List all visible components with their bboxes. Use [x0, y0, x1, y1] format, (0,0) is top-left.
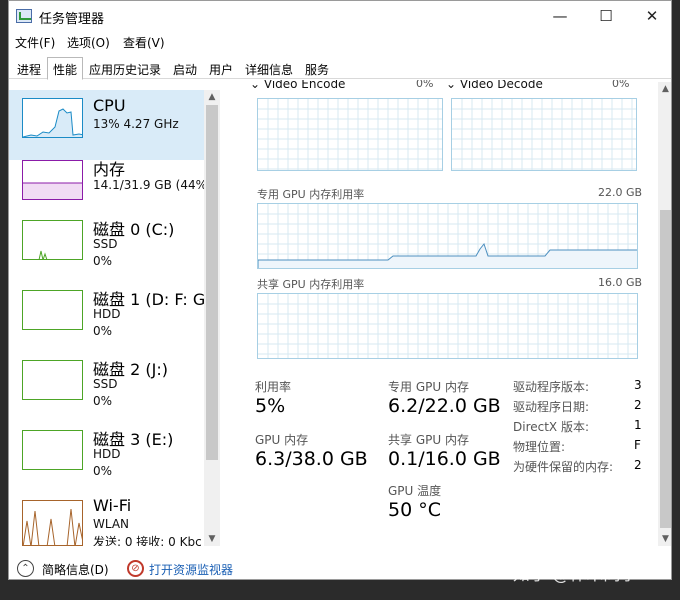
- dedicated-memory-max: 22.0 GB: [598, 186, 643, 199]
- watermark-text: 知乎 @休木同学: [513, 565, 638, 585]
- sidebar-item-disk0[interactable]: 磁盘 0 (C:) SSD 0%: [9, 220, 205, 290]
- title-bar[interactable]: 任务管理器 — ☐ ✕: [9, 1, 671, 31]
- gpu-temperature-value: 50 °C: [388, 499, 441, 521]
- menu-bar: 文件(F) 选项(O) 查看(V): [9, 32, 671, 52]
- resource-monitor-icon: ⊘: [127, 560, 144, 577]
- dedicated-memory-label: 专用 GPU 内存: [388, 380, 469, 394]
- shared-memory-graph-label: 共享 GPU 内存利用率: [257, 278, 365, 291]
- directx-version-value: 1: [634, 418, 642, 432]
- utilization-label: 利用率: [255, 380, 292, 394]
- gpu-memory-value: 6.3/38.0 GB: [255, 448, 368, 470]
- driver-date-value: 2: [634, 398, 642, 412]
- hardware-reserved-memory-label: 为硬件保留的内存:: [513, 460, 614, 474]
- sidebar-item-title: Wi-Fi: [93, 496, 132, 515]
- tab-app-history[interactable]: 应用历史记录: [83, 57, 167, 79]
- shared-memory-max: 16.0 GB: [598, 276, 643, 289]
- sidebar-item-wifi[interactable]: Wi-Fi WLAN 发送: 0 接收: 0 Kbc: [9, 496, 205, 546]
- physical-location-label: 物理位置:: [513, 440, 566, 454]
- menu-file[interactable]: 文件(F): [15, 34, 55, 51]
- tab-bar: 进程 性能 应用历史记录 启动 用户 详细信息 服务: [9, 55, 671, 80]
- driver-version-value: 3: [634, 378, 642, 392]
- shared-memory-graph: [257, 293, 638, 359]
- engine-label-video-decode: ⌄ Video Decode: [446, 80, 543, 91]
- directx-version-label: DirectX 版本:: [513, 420, 590, 434]
- tab-details[interactable]: 详细信息: [239, 57, 299, 79]
- sidebar-item-cpu[interactable]: CPU 13% 4.27 GHz: [9, 90, 205, 160]
- sidebar-item-disk2[interactable]: 磁盘 2 (J:) SSD 0%: [9, 360, 205, 430]
- minimize-button[interactable]: —: [537, 1, 583, 31]
- sidebar-item-subtitle: HDD: [93, 307, 121, 321]
- sidebar-item-value: 0%: [93, 324, 113, 338]
- cpu-thumbnail-graph: [22, 98, 83, 138]
- sidebar-item-disk3[interactable]: 磁盘 3 (E:) HDD 0%: [9, 430, 205, 500]
- scroll-up-icon[interactable]: ▲: [204, 90, 220, 104]
- disk-thumbnail-graph: [22, 430, 83, 470]
- hardware-reserved-memory-value: 2: [634, 458, 642, 472]
- sidebar-item-subtitle: 14.1/31.9 GB (44%): [93, 178, 212, 192]
- sidebar-item-subtitle: HDD: [93, 447, 121, 461]
- fewer-details-link[interactable]: 简略信息(D): [42, 561, 109, 578]
- task-manager-icon: [16, 9, 32, 23]
- disk-thumbnail-graph: [22, 290, 83, 330]
- scrollbar-thumb[interactable]: [660, 210, 671, 528]
- scroll-up-icon[interactable]: ▲: [658, 82, 671, 96]
- disk-thumbnail-graph: [22, 360, 83, 400]
- sidebar-item-subtitle: WLAN: [93, 517, 130, 531]
- tab-users[interactable]: 用户: [203, 57, 239, 79]
- video-decode-graph: [451, 98, 637, 171]
- video-encode-graph: [257, 98, 443, 171]
- sidebar-item-title: 内存: [93, 160, 126, 179]
- tab-startup[interactable]: 启动: [167, 57, 203, 79]
- engine-percent-video-encode: 0%: [416, 80, 434, 90]
- scrollbar-thumb[interactable]: [206, 105, 218, 460]
- sidebar-item-value: 发送: 0 接收: 0 Kbc: [93, 535, 202, 546]
- dedicated-memory-graph-label: 专用 GPU 内存利用率: [257, 188, 365, 201]
- sidebar-item-value: 0%: [93, 464, 113, 478]
- performance-sidebar: CPU 13% 4.27 GHz 内存 14.1/31.9 GB (44%) 磁…: [9, 80, 220, 546]
- sidebar-scrollbar[interactable]: ▲ ▼: [204, 90, 220, 546]
- engine-percent-video-decode: 0%: [612, 80, 630, 90]
- physical-location-value: F: [634, 438, 641, 452]
- gpu-memory-label: GPU 内存: [255, 433, 309, 447]
- wifi-thumbnail-graph: [22, 500, 83, 546]
- tab-services[interactable]: 服务: [299, 57, 335, 79]
- window-title: 任务管理器: [39, 12, 105, 27]
- maximize-button[interactable]: ☐: [583, 1, 629, 31]
- sidebar-item-subtitle: 13% 4.27 GHz: [93, 117, 179, 131]
- sidebar-item-subtitle: SSD: [93, 377, 118, 391]
- sidebar-item-subtitle: SSD: [93, 237, 118, 251]
- shared-memory-value: 0.1/16.0 GB: [388, 448, 501, 470]
- utilization-value: 5%: [255, 395, 286, 417]
- driver-version-label: 驱动程序版本:: [513, 380, 590, 394]
- tab-processes[interactable]: 进程: [11, 57, 47, 79]
- task-manager-window: 任务管理器 — ☐ ✕ 文件(F) 选项(O) 查看(V) 进程 性能 应用历史…: [8, 0, 672, 580]
- collapse-chevron-icon[interactable]: ⌃: [17, 560, 34, 577]
- open-resource-monitor-link[interactable]: 打开资源监视器: [149, 561, 233, 578]
- dedicated-memory-value: 6.2/22.0 GB: [388, 395, 501, 417]
- driver-date-label: 驱动程序日期:: [513, 400, 590, 414]
- sidebar-item-disk1[interactable]: 磁盘 1 (D: F: G: HDD 0%: [9, 290, 211, 360]
- sidebar-item-title: CPU: [93, 96, 126, 115]
- sidebar-item-value: 0%: [93, 254, 113, 268]
- close-button[interactable]: ✕: [629, 1, 671, 31]
- gpu-detail-panel: ⌄ Video Encode 0% ⌄ Video Decode 0% 专用 G…: [220, 80, 671, 546]
- memory-thumbnail-graph: [22, 160, 83, 200]
- engine-label-video-encode: ⌄ Video Encode: [250, 80, 346, 91]
- dedicated-memory-graph: [257, 203, 638, 269]
- scroll-down-icon[interactable]: ▼: [204, 532, 220, 546]
- main-scrollbar[interactable]: ▲ ▼: [658, 82, 671, 546]
- tab-performance[interactable]: 性能: [47, 57, 84, 80]
- gpu-temperature-label: GPU 温度: [388, 484, 442, 498]
- menu-options[interactable]: 选项(O): [67, 34, 110, 51]
- menu-view[interactable]: 查看(V): [123, 34, 165, 51]
- sidebar-item-value: 0%: [93, 394, 113, 408]
- scroll-down-icon[interactable]: ▼: [658, 532, 671, 546]
- disk-thumbnail-graph: [22, 220, 83, 260]
- shared-memory-label: 共享 GPU 内存: [388, 433, 469, 447]
